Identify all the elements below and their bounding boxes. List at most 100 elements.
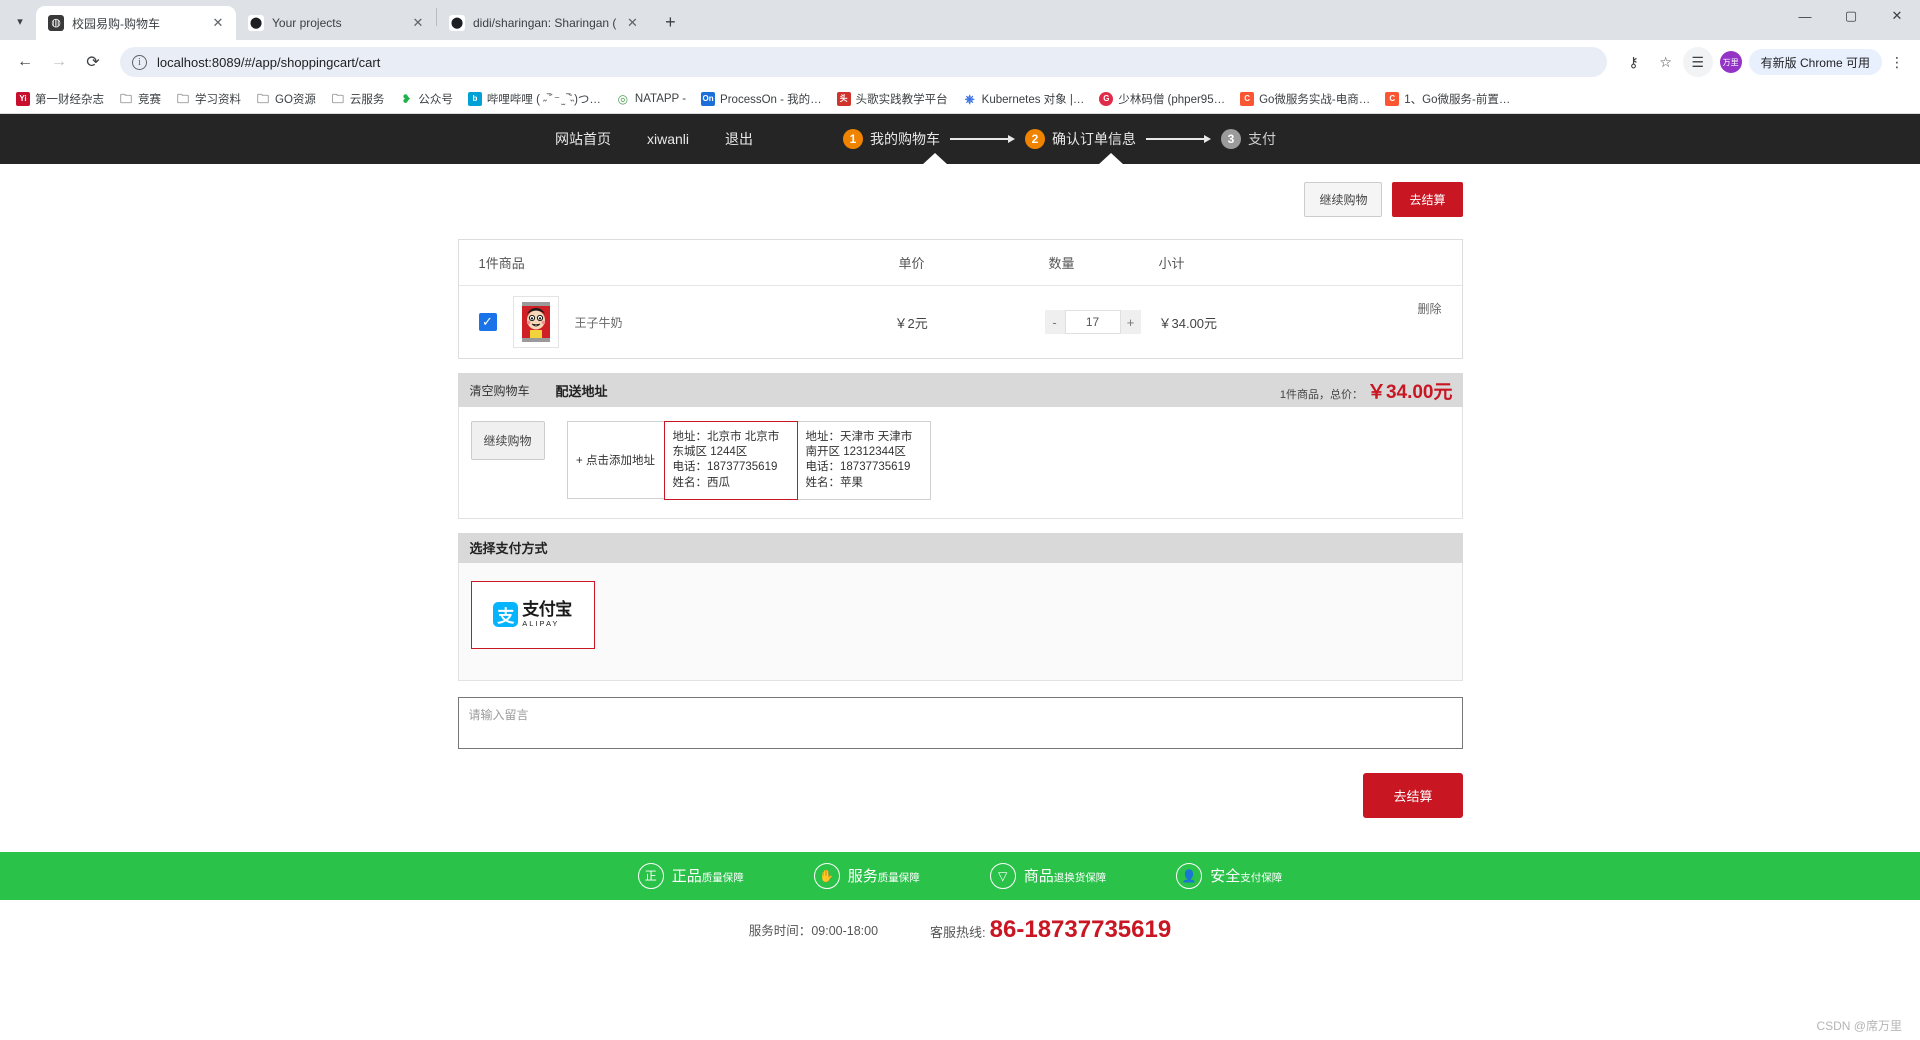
bookmark-favicon-icon: ❥ bbox=[399, 91, 414, 106]
bookmark-favicon-icon: G bbox=[1099, 91, 1114, 106]
address-bar[interactable]: i localhost:8089/#/app/shoppingcart/cart bbox=[120, 47, 1607, 77]
bookmark-item[interactable]: b 哔哩哔哩 ( ˶‾᷄ ⁻ ̫ ‾᷅˵)つ… bbox=[462, 88, 607, 110]
guarantee-item: 正 正品质量保障 bbox=[637, 862, 744, 889]
close-icon[interactable]: ✕ bbox=[410, 15, 426, 31]
back-icon[interactable]: ← bbox=[10, 47, 40, 77]
browser-tab-2[interactable]: ⬤ didi/sharingan: Sharingan ( ✕ bbox=[437, 6, 650, 40]
site-info-icon[interactable]: i bbox=[132, 54, 147, 70]
address-name: 姓名：西瓜 bbox=[672, 476, 731, 489]
browser-toolbar: ← → ⟳ i localhost:8089/#/app/shoppingcar… bbox=[0, 40, 1920, 84]
step-confirm-order[interactable]: 2 确认订单信息 bbox=[1025, 129, 1136, 149]
genuine-icon: 正 bbox=[637, 862, 664, 889]
bookmarks-bar: Yi 第一财经杂志 🗀 竞赛 🗀 学习资料 🗀 GO资源 🗀 云服务 ❥ 公众号 b 哔哩哔哩… bbox=[0, 84, 1920, 114]
forward-icon[interactable]: → bbox=[44, 47, 74, 77]
quantity-input[interactable]: 17 bbox=[1064, 310, 1121, 334]
browser-tab-1[interactable]: ⬤ Your projects ✕ bbox=[236, 6, 436, 40]
close-window-button[interactable]: ✕ bbox=[1874, 0, 1920, 32]
reload-icon[interactable]: ⟳ bbox=[78, 47, 108, 77]
nav-logout-link[interactable]: 退出 bbox=[725, 129, 753, 149]
payment-section: 支 支付宝 ALIPAY bbox=[457, 562, 1463, 681]
step-label: 确认订单信息 bbox=[1052, 131, 1137, 147]
folder-icon: 🗀 bbox=[330, 91, 345, 106]
nav-home-link[interactable]: 网站首页 bbox=[555, 129, 611, 149]
reading-list-icon[interactable]: ☰ bbox=[1682, 47, 1713, 77]
checkout-button-bottom[interactable]: 去结算 bbox=[1363, 772, 1463, 818]
step-notch-1 bbox=[922, 153, 948, 165]
avatar[interactable]: 万里 bbox=[1719, 51, 1742, 73]
delete-item-link[interactable]: 删除 bbox=[1372, 296, 1441, 317]
bookmark-label: NATAPP - bbox=[634, 92, 687, 105]
step-label: 支付 bbox=[1248, 131, 1277, 147]
address-bar-url: localhost:8089/#/app/shoppingcart/cart bbox=[157, 54, 381, 70]
quantity-stepper: - 17 + bbox=[1044, 310, 1155, 334]
close-icon[interactable]: ✕ bbox=[210, 15, 226, 31]
bookmark-item[interactable]: 🗀 GO资源 bbox=[250, 88, 322, 110]
continue-shopping-button[interactable]: 继续购物 bbox=[1304, 182, 1383, 217]
close-icon[interactable]: ✕ bbox=[624, 15, 640, 31]
watermark: CSDN @席万里 bbox=[1816, 1019, 1902, 1033]
chrome-update-chip[interactable]: 有新版 Chrome 可用 bbox=[1748, 49, 1882, 75]
bookmark-item[interactable]: C Go微服务实战-电商… bbox=[1234, 88, 1376, 110]
step-number: 3 bbox=[1221, 129, 1242, 149]
site-footer: 服务时间：09:00-18:00 客服热线: 86-18737735619 bbox=[0, 899, 1920, 960]
hotline-label: 客服热线: bbox=[930, 924, 986, 940]
step-payment[interactable]: 3 支付 bbox=[1221, 129, 1276, 149]
bookmark-item[interactable]: 🗀 竞赛 bbox=[113, 88, 167, 110]
site-header: 网站首页 xiwanli 退出 1 我的购物车 2 确认订单信息 3 支付 bbox=[0, 114, 1920, 165]
browser-window: ▾ ◍ 校园易购-购物车 ✕ ⬤ Your projects ✕ ⬤ didi/… bbox=[0, 0, 1920, 1040]
guarantee-weak: 质量保障 bbox=[877, 872, 920, 885]
bookmark-item[interactable]: On ProcessOn - 我的… bbox=[695, 88, 828, 110]
minimize-button[interactable]: ― bbox=[1782, 0, 1828, 32]
bookmark-item[interactable]: 🗀 学习资料 bbox=[170, 88, 247, 110]
bookmark-label: 竞赛 bbox=[138, 93, 161, 106]
bookmark-label: 1、Go微服务-前置… bbox=[1404, 93, 1511, 106]
quantity-increase-button[interactable]: + bbox=[1120, 310, 1141, 334]
add-address-button[interactable]: + 点击添加地址 bbox=[566, 421, 665, 499]
guarantee-weak: 退换货保障 bbox=[1053, 872, 1107, 885]
step-notch-2 bbox=[1098, 153, 1124, 165]
bookmark-item[interactable]: 🗀 云服务 bbox=[325, 88, 391, 110]
tab-title: 校园易购-购物车 bbox=[72, 16, 160, 31]
bookmark-item[interactable]: C 1、Go微服务-前置… bbox=[1379, 88, 1516, 110]
bilibili-icon: b bbox=[467, 91, 482, 106]
cart-total: 1件商品，总价： ￥34.00元 bbox=[1280, 377, 1463, 404]
address-option-selected[interactable]: 地址：北京市 北京市 东城区 1244区 电话：18737735619 姓名：西… bbox=[663, 421, 798, 500]
payment-method-alipay[interactable]: 支 支付宝 ALIPAY bbox=[470, 580, 595, 649]
address-option[interactable]: 地址：天津市 天津市 南开区 12312344区 电话：18737735619 … bbox=[796, 421, 931, 500]
bookmark-item[interactable]: 头头歌实践教学平台 bbox=[831, 88, 954, 110]
bookmark-item[interactable]: ◎ NATAPP - bbox=[610, 89, 692, 109]
github-icon: ⬤ bbox=[449, 15, 465, 31]
product-name: 王子牛奶 bbox=[574, 315, 623, 330]
key-icon[interactable]: ⚷ bbox=[1619, 47, 1649, 77]
bookmark-item[interactable]: G 少林码僧 (phper95… bbox=[1093, 88, 1231, 110]
guarantee-band: 正 正品质量保障 ✋ 服务质量保障 ▽ 商品退换货保障 👤 安全支付保障 bbox=[0, 851, 1920, 900]
bookmark-item[interactable]: ⎈ Kubernetes 对象 |… bbox=[957, 88, 1091, 110]
row-checkbox[interactable]: ✓ bbox=[478, 313, 497, 331]
github-icon: ⬤ bbox=[248, 15, 264, 31]
guarantee-item: 👤 安全支付保障 bbox=[1176, 862, 1282, 889]
product-unit-price: ￥2元 bbox=[894, 315, 928, 331]
order-message-textarea[interactable]: 请输入留言 bbox=[457, 696, 1463, 749]
step-cart[interactable]: 1 我的购物车 bbox=[843, 129, 940, 149]
maximize-button[interactable]: ▢ bbox=[1828, 0, 1874, 32]
kebab-menu-icon[interactable]: ⋮ bbox=[1884, 47, 1910, 77]
bookmark-item[interactable]: Yi 第一财经杂志 bbox=[10, 88, 110, 110]
guarantee-strong: 服务 bbox=[847, 868, 878, 886]
table-row: ✓ 王子牛奶 ￥2元 - 17 + ￥34.00元 删除 bbox=[459, 286, 1462, 358]
new-tab-button[interactable]: + bbox=[656, 8, 684, 36]
bookmark-label: 学习资料 bbox=[195, 93, 241, 106]
tab-search-icon[interactable]: ▾ bbox=[6, 7, 34, 35]
bookmark-label: 公众号 bbox=[418, 93, 453, 106]
step-label: 我的购物车 bbox=[870, 131, 941, 147]
cart-total-label: 1件商品，总价： bbox=[1279, 388, 1363, 401]
step-number: 1 bbox=[843, 129, 864, 149]
star-icon[interactable]: ☆ bbox=[1651, 47, 1681, 77]
hotline: 客服热线: 86-18737735619 bbox=[930, 916, 1171, 944]
checkout-button-top[interactable]: 去结算 bbox=[1392, 182, 1463, 217]
bookmark-item[interactable]: ❥ 公众号 bbox=[393, 88, 459, 110]
nav-username-link[interactable]: xiwanli bbox=[647, 131, 689, 147]
browser-tab-0[interactable]: ◍ 校园易购-购物车 ✕ bbox=[36, 6, 236, 40]
clear-cart-link[interactable]: 清空购物车 bbox=[470, 382, 556, 399]
continue-shopping-button-address[interactable]: 继续购物 bbox=[470, 421, 545, 460]
quantity-decrease-button[interactable]: - bbox=[1044, 310, 1065, 334]
